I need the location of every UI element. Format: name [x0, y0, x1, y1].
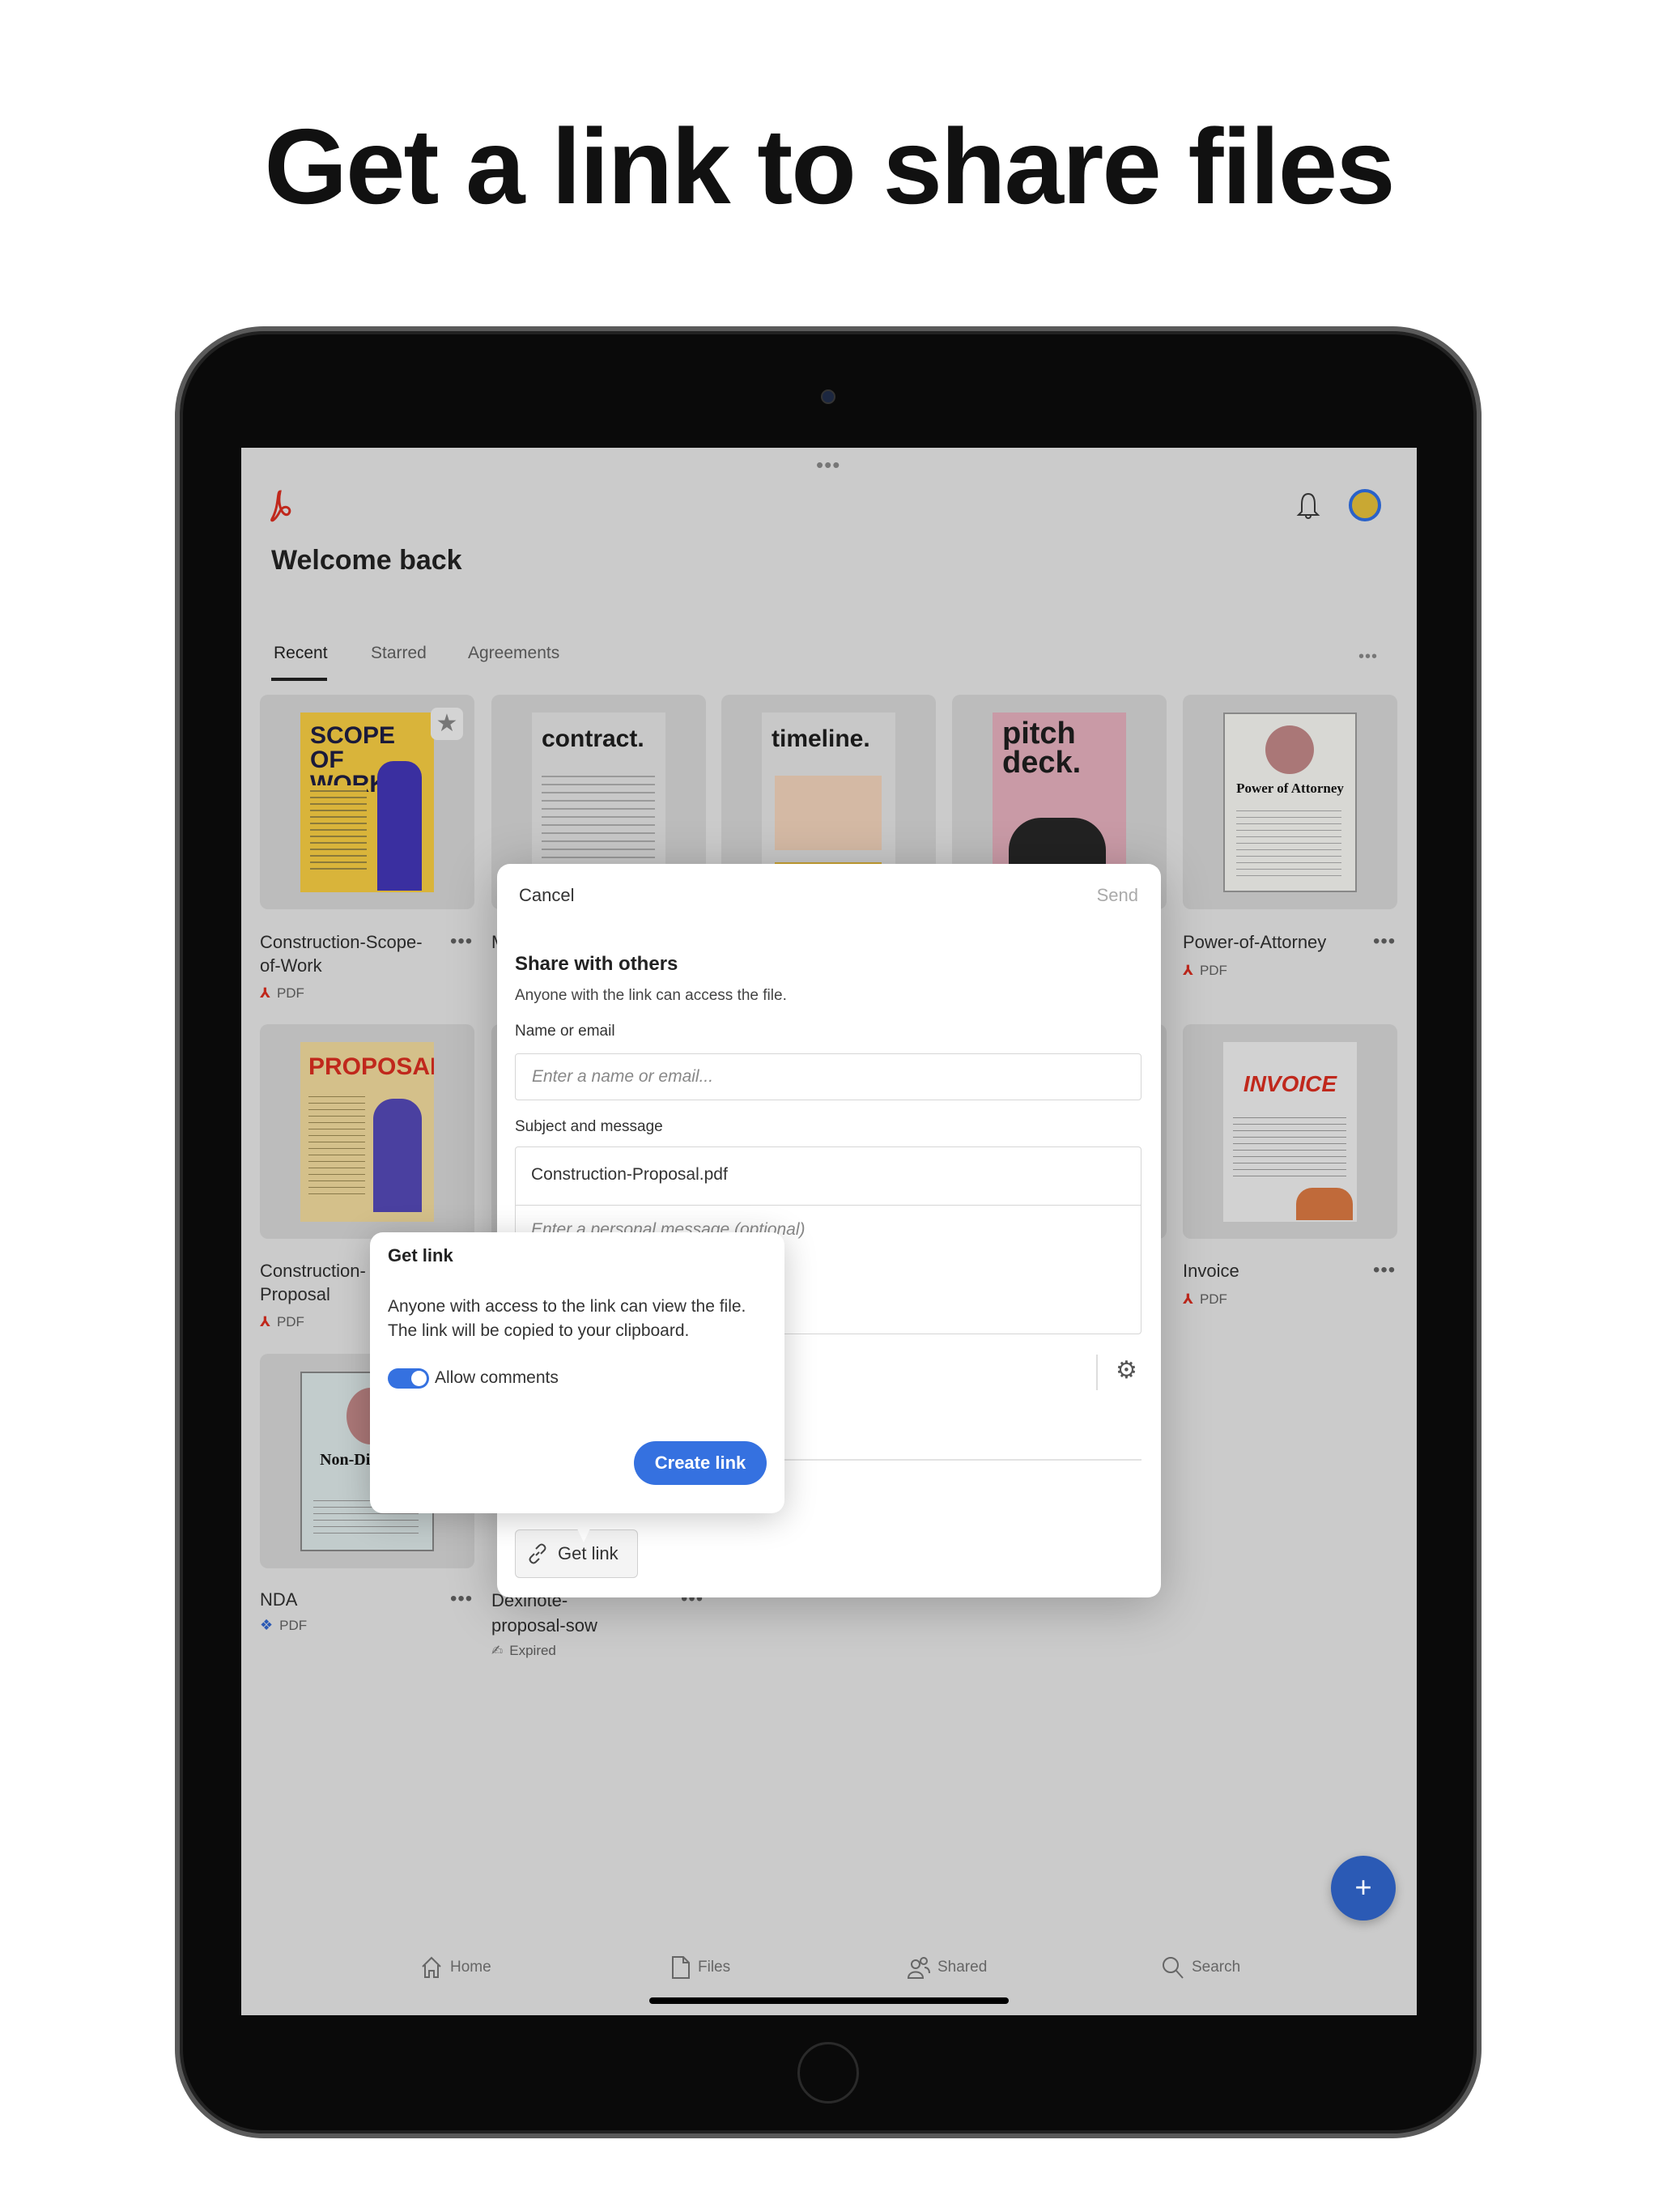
pdf-icon: ⅄: [1183, 1291, 1193, 1307]
nav-label: Home: [450, 1959, 491, 1976]
multitasking-dots-icon[interactable]: •••: [816, 454, 840, 475]
file-type-label: PDF: [276, 985, 304, 1001]
nav-label: Files: [698, 1959, 731, 1976]
file-more-button[interactable]: •••: [450, 1588, 473, 1610]
subject-label: Subject and message: [515, 1118, 663, 1135]
tab-underline: [271, 678, 327, 681]
allow-comments-label: Allow comments: [435, 1368, 559, 1387]
get-link-popover: Get link Anyone with access to the link …: [370, 1232, 784, 1513]
get-link-label: Get link: [558, 1543, 619, 1563]
file-title[interactable]: Power-of-Attorney: [1183, 930, 1369, 954]
allow-comments-toggle[interactable]: [388, 1368, 429, 1389]
popover-text-2: The link will be copied to your clipboar…: [388, 1321, 690, 1340]
thumbnail-text: Power of Attorney: [1236, 781, 1344, 796]
nav-shared[interactable]: Shared: [907, 1955, 987, 1980]
nav-label: Shared: [937, 1959, 988, 1976]
pdf-icon: ⅄: [260, 985, 270, 1001]
nav-home[interactable]: Home: [419, 1955, 491, 1980]
file-type: ⅄ PDF: [260, 1314, 304, 1330]
home-button: [797, 2042, 859, 2104]
settings-gear-icon[interactable]: ⚙: [1116, 1356, 1137, 1385]
file-more-button[interactable]: •••: [450, 930, 473, 953]
thumbnail-poa: Power of Attorney: [1223, 713, 1357, 892]
tab-starred[interactable]: Starred: [371, 644, 427, 663]
subject-value: Construction-Proposal.pdf: [531, 1165, 728, 1184]
file-status-label: Expired: [509, 1643, 556, 1658]
toggle-knob: [411, 1371, 427, 1386]
thumbnail-text: timeline.: [772, 725, 870, 752]
acrobat-logo-icon: [270, 490, 291, 522]
pdf-icon: ⅄: [260, 1314, 270, 1329]
thumbnail-text: contract.: [542, 725, 644, 752]
create-link-button[interactable]: Create link: [634, 1441, 767, 1485]
thumbnail-scope: SCOPE OF WORK: [300, 713, 434, 892]
search-icon: [1163, 1957, 1184, 1979]
thumbnail-invoice: INVOICE: [1223, 1042, 1357, 1222]
file-type: ⅄ PDF: [260, 985, 304, 1002]
camera: [821, 389, 835, 404]
share-title: Share with others: [515, 953, 678, 975]
thumbnail-proposal: PROPOSAL: [300, 1042, 434, 1222]
popover-text-1: Anyone with access to the link can view …: [388, 1297, 746, 1316]
divider: [1096, 1355, 1098, 1390]
file-type: ❖ PDF: [260, 1617, 307, 1634]
send-button[interactable]: Send: [1097, 885, 1138, 906]
thumbnail-text: PROPOSAL: [308, 1053, 434, 1080]
name-label: Name or email: [515, 1023, 615, 1040]
thumbnail-text: INVOICE: [1243, 1071, 1337, 1096]
home-icon: [422, 1956, 441, 1978]
file-type-label: PDF: [1199, 963, 1227, 978]
share-subtitle: Anyone with the link can access the file…: [515, 987, 787, 1004]
headline: Get a link to share files: [264, 107, 1395, 226]
tab-recent[interactable]: Recent: [274, 644, 328, 663]
file-type-label: PDF: [1199, 1291, 1227, 1307]
popover-title: Get link: [388, 1245, 453, 1266]
file-more-button[interactable]: •••: [1373, 1259, 1396, 1282]
star-icon[interactable]: ★: [431, 708, 463, 740]
file-card-proposal[interactable]: PROPOSAL: [260, 1024, 474, 1239]
dropbox-icon: ❖: [260, 1617, 274, 1633]
tab-agreements[interactable]: Agreements: [468, 644, 559, 663]
file-title[interactable]: NDA: [260, 1588, 446, 1611]
signature-icon: ✍: [491, 1643, 504, 1658]
pdf-icon: ⅄: [1183, 963, 1193, 978]
file-more-button[interactable]: •••: [1373, 930, 1396, 953]
home-indicator: [649, 1997, 1009, 2004]
add-fab-button[interactable]: +: [1331, 1856, 1396, 1921]
cancel-button[interactable]: Cancel: [519, 885, 574, 906]
nav-search[interactable]: Search: [1161, 1955, 1240, 1980]
page-title: Welcome back: [271, 545, 462, 576]
avatar[interactable]: [1349, 489, 1381, 521]
file-title[interactable]: Construction-Scope- of-Work: [260, 930, 446, 977]
file-type-label: PDF: [279, 1617, 308, 1633]
thumbnail-text: pitch deck.: [1002, 717, 1082, 780]
name-email-placeholder: Enter a name or email...: [532, 1067, 714, 1086]
file-card-scope[interactable]: SCOPE OF WORK ★: [260, 695, 474, 909]
more-options-icon[interactable]: •••: [1358, 649, 1378, 665]
nav-label: Search: [1192, 1959, 1241, 1976]
file-title[interactable]: Invoice: [1183, 1259, 1369, 1283]
link-icon: [529, 1543, 546, 1564]
people-icon: [907, 1957, 930, 1979]
file-type-label: PDF: [276, 1314, 304, 1329]
popover-arrow: [569, 1512, 598, 1542]
file-status: ✍ Expired: [491, 1643, 556, 1659]
bell-icon[interactable]: [1296, 491, 1320, 521]
file-card-invoice[interactable]: INVOICE: [1183, 1024, 1397, 1239]
nav-files[interactable]: Files: [670, 1955, 730, 1980]
file-card-poa[interactable]: Power of Attorney: [1183, 695, 1397, 909]
file-type: ⅄ PDF: [1183, 1291, 1227, 1308]
app-screen: ••• Welcome back Recent Starred Agreemen…: [241, 448, 1417, 2015]
file-type: ⅄ PDF: [1183, 963, 1227, 979]
subject-input[interactable]: Construction-Proposal.pdf: [516, 1147, 1141, 1206]
name-email-input[interactable]: Enter a name or email...: [515, 1053, 1141, 1100]
file-icon: [672, 1956, 690, 1979]
